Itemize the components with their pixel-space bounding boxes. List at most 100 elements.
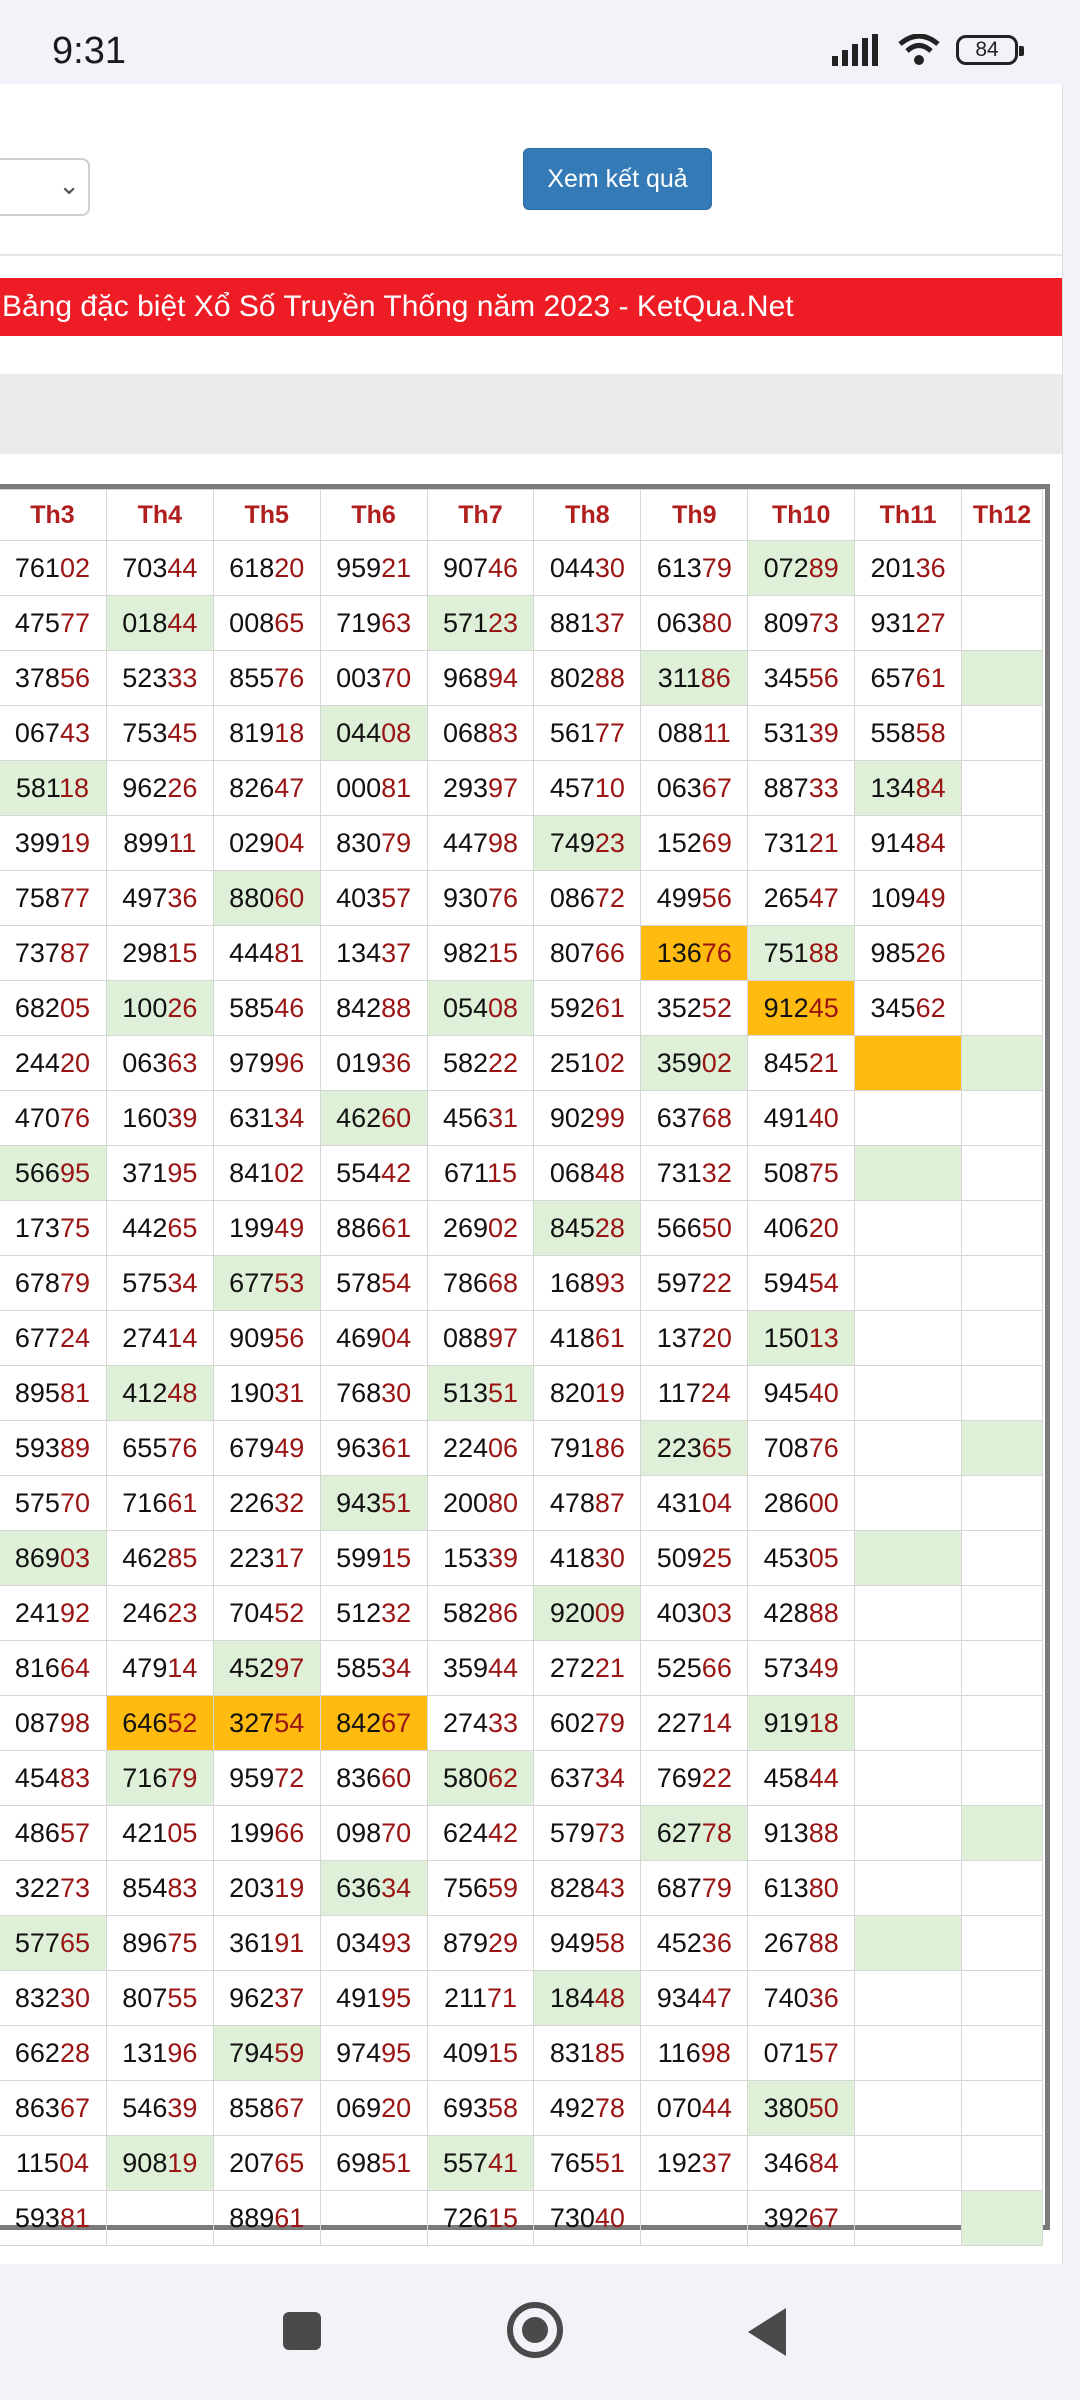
result-cell: 02904 xyxy=(212,815,321,871)
result-cell: 61820 xyxy=(212,540,321,596)
result-cell: 03493 xyxy=(319,1915,428,1971)
result-cell xyxy=(961,1310,1043,1366)
result-cell: 10949 xyxy=(854,870,963,926)
result-cell xyxy=(854,1750,963,1806)
table-row: 58118 96226 82647 00081 29397 45710 06367 88733… xyxy=(0,760,1043,816)
result-cell: 75345 xyxy=(105,705,214,761)
result-cell: 28600 xyxy=(747,1475,856,1531)
result-cell xyxy=(961,925,1043,981)
result-cell: 10026 xyxy=(105,980,214,1036)
result-cell: 32273 xyxy=(0,1860,107,1916)
result-cell: 70344 xyxy=(105,540,214,596)
result-cell xyxy=(961,1805,1043,1861)
result-cell xyxy=(961,1860,1043,1916)
result-cell: 83079 xyxy=(319,815,428,871)
table-row: 45483 71679 95972 83660 58062 63734 76922 45844 xyxy=(0,1750,1043,1806)
view-results-button[interactable]: Xem kết quả xyxy=(523,148,712,210)
result-cell: 22317 xyxy=(212,1530,321,1586)
result-cell: 71679 xyxy=(105,1750,214,1806)
result-cell xyxy=(961,540,1043,596)
table-row: 66228 13196 79459 97495 40915 83185 11698 07157 xyxy=(0,2025,1043,2081)
result-cell: 73121 xyxy=(747,815,856,871)
result-cell: 57123 xyxy=(426,595,535,651)
result-cell: 73132 xyxy=(640,1145,749,1201)
result-cell: 55858 xyxy=(854,705,963,761)
result-cell: 49956 xyxy=(640,870,749,926)
result-cell xyxy=(854,1255,963,1311)
result-cell: 68205 xyxy=(0,980,107,1036)
filter-form: ⌄ Xem kết quả xyxy=(0,84,1062,256)
result-cell: 91918 xyxy=(747,1695,856,1751)
result-cell xyxy=(961,1585,1043,1641)
result-cell: 90956 xyxy=(212,1310,321,1366)
result-cell: 80766 xyxy=(533,925,642,981)
result-cell: 43104 xyxy=(640,1475,749,1531)
result-cell: 08798 xyxy=(0,1695,107,1751)
result-cell: 83185 xyxy=(533,2025,642,2081)
result-cell: 22632 xyxy=(212,1475,321,1531)
result-cell: 13196 xyxy=(105,2025,214,2081)
result-cell: 57570 xyxy=(0,1475,107,1531)
result-cell: 89581 xyxy=(0,1365,107,1421)
result-cell: 34684 xyxy=(747,2135,856,2191)
result-cell xyxy=(854,1365,963,1421)
result-cell: 97996 xyxy=(212,1035,321,1091)
result-cell: 89911 xyxy=(105,815,214,871)
result-cell xyxy=(961,1750,1043,1806)
result-cell: 48657 xyxy=(0,1805,107,1861)
table-row: 76102 70344 61820 95921 90746 04430 61379 07289… xyxy=(0,540,1043,596)
result-cell: 08897 xyxy=(426,1310,535,1366)
result-cell: 81664 xyxy=(0,1640,107,1696)
result-cell: 90819 xyxy=(105,2135,214,2191)
result-cell: 70876 xyxy=(747,1420,856,1476)
back-icon[interactable] xyxy=(748,2308,786,2356)
table-row: 48657 42105 19966 09870 62442 57973 62778 91388 xyxy=(0,1805,1043,1861)
result-cell: 84267 xyxy=(319,1695,428,1751)
result-cell: 92009 xyxy=(533,1585,642,1641)
table-row: 08798 64652 32754 84267 27433 60279 22714 91918 xyxy=(0,1695,1043,1751)
result-cell: 67753 xyxy=(212,1255,321,1311)
result-cell: 84528 xyxy=(533,1200,642,1256)
result-cell: 15269 xyxy=(640,815,749,871)
result-cell: 57765 xyxy=(0,1915,107,1971)
result-cell xyxy=(961,1530,1043,1586)
result-cell: 19237 xyxy=(640,2135,749,2191)
table-row: 59381 88961 72615 73040 39267 xyxy=(0,2190,1043,2246)
result-cell: 49195 xyxy=(319,1970,428,2026)
result-cell: 93076 xyxy=(426,870,535,926)
column-header: Th7 xyxy=(426,489,535,541)
column-header: Th6 xyxy=(319,489,428,541)
result-cell: 58222 xyxy=(426,1035,535,1091)
result-cell: 96226 xyxy=(105,760,214,816)
result-cell: 07044 xyxy=(640,2080,749,2136)
home-icon[interactable] xyxy=(507,2302,563,2358)
recents-icon[interactable] xyxy=(283,2312,321,2350)
table-row: 68205 10026 58546 84288 05408 59261 35252 91245… xyxy=(0,980,1043,1036)
result-cell: 85867 xyxy=(212,2080,321,2136)
result-cell: 71661 xyxy=(105,1475,214,1531)
result-cell: 55741 xyxy=(426,2135,535,2191)
result-cell: 17375 xyxy=(0,1200,107,1256)
result-cell: 78668 xyxy=(426,1255,535,1311)
result-cell: 60279 xyxy=(533,1695,642,1751)
result-cell: 29815 xyxy=(105,925,214,981)
result-cell: 37195 xyxy=(105,1145,214,1201)
result-cell: 11698 xyxy=(640,2025,749,2081)
result-cell: 72615 xyxy=(426,2190,535,2246)
result-cell: 06743 xyxy=(0,705,107,761)
table-row: 37856 52333 85576 00370 96894 80288 31186 34556… xyxy=(0,650,1043,706)
result-cell: 04430 xyxy=(533,540,642,596)
result-cell: 01844 xyxy=(105,595,214,651)
result-cell: 46285 xyxy=(105,1530,214,1586)
result-cell: 42105 xyxy=(105,1805,214,1861)
result-cell: 67949 xyxy=(212,1420,321,1476)
result-cell: 59381 xyxy=(0,2190,107,2246)
result-cell: 06920 xyxy=(319,2080,428,2136)
result-cell: 57534 xyxy=(105,1255,214,1311)
year-select[interactable]: ⌄ xyxy=(0,158,90,216)
result-cell: 13676 xyxy=(640,925,749,981)
result-cell: 11724 xyxy=(640,1365,749,1421)
result-cell: 84521 xyxy=(747,1035,856,1091)
result-cell: 89675 xyxy=(105,1915,214,1971)
result-cell: 39919 xyxy=(0,815,107,871)
